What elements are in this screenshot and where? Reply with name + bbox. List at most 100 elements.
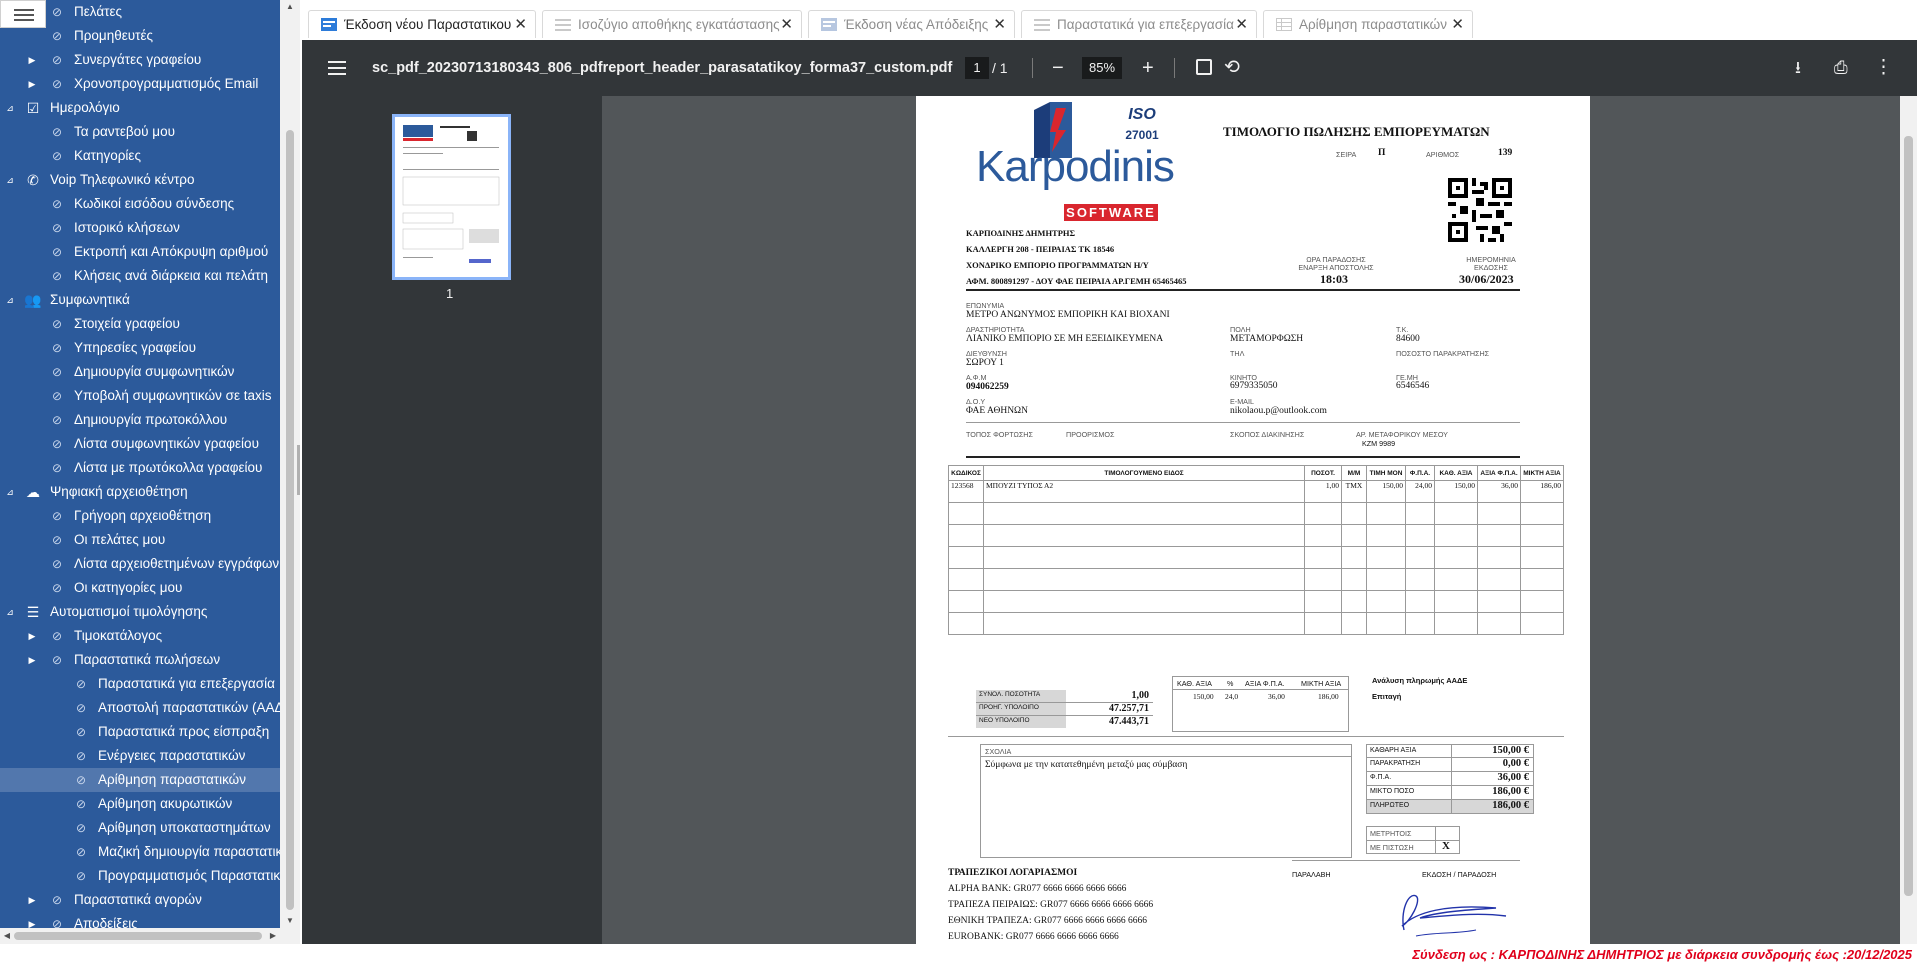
expand-arrow-icon[interactable]: ▶ (26, 888, 38, 912)
close-icon[interactable]: ✕ (993, 11, 1006, 39)
sidebar-splitter-handle[interactable] (297, 445, 300, 495)
sidebar-item[interactable]: ⊘ Αρίθμηση ακυρωτικών (0, 792, 280, 816)
sidebar-vertical-scrollbar[interactable]: ▲ ▼ (282, 0, 298, 928)
scroll-down-icon[interactable]: ▼ (282, 914, 298, 928)
sidebar-item[interactable]: ⊘ Κατηγορίες (0, 144, 280, 168)
expand-arrow-icon[interactable]: ▶ (26, 624, 38, 648)
table-cell (1366, 590, 1406, 613)
expand-arrow-icon[interactable]: ⊿ (4, 480, 16, 504)
tab-invoice-numbering[interactable]: Αρίθμηση παραστατικών ✕ (1263, 10, 1473, 38)
tab-invoices-for-processing[interactable]: Παραστατικά για επεξεργασία ✕ (1021, 10, 1257, 38)
zoom-input[interactable]: 85% (1082, 57, 1122, 79)
link-icon: ⊘ (51, 149, 63, 163)
expand-arrow-icon[interactable]: ⊿ (4, 168, 16, 192)
sidebar-item[interactable]: ▶ ⊘ Συνεργάτες γραφείου (0, 48, 280, 72)
sidebar-item[interactable]: ⊘ Τα ραντεβού μου (0, 120, 280, 144)
col-vat: Φ.Π.Α. (1405, 465, 1435, 481)
print-button[interactable]: ⎙ (1834, 40, 1848, 96)
sidebar-item[interactable]: ⊘ Αρίθμηση υποκαταστημάτων (0, 816, 280, 840)
sidebar-item[interactable]: ⊿ ☑ Ημερολόγιο (0, 96, 280, 120)
table-cell (1366, 502, 1406, 525)
sidebar-horizontal-scrollbar[interactable]: ◀ ▶ (0, 928, 280, 944)
sidebar-item[interactable]: ⊘ Υποβολή συμφωνητικών σε taxis (0, 384, 280, 408)
scroll-thumb[interactable] (14, 932, 262, 940)
download-button[interactable]: ⭳ (1795, 40, 1801, 96)
sidebar-item[interactable]: ⊘ Υπηρεσίες γραφείου (0, 336, 280, 360)
sidebar-item[interactable]: ⊘ Προγραμματισμός Παραστατικών (0, 864, 280, 888)
sidebar-item[interactable]: ⊘ Μαζική δημιουργία παραστατικών (0, 840, 280, 864)
sidebar-item[interactable]: ⊘ Παραστατικά προς είσπραξη (0, 720, 280, 744)
expand-arrow-icon[interactable]: ▶ (26, 912, 38, 928)
sidebar-item[interactable]: ⊘ Γρήγορη αρχειοθέτηση (0, 504, 280, 528)
payment-method-box: ΜΕΤΡΗΤΟΙΣ ΜΕ ΠΙΣΤΩΣΗ X (1366, 826, 1460, 854)
sidebar-item[interactable]: ⊘ Οι πελάτες μου (0, 528, 280, 552)
sidebar-item[interactable]: ⊿ 👥 Συμφωνητικά (0, 288, 280, 312)
scroll-up-icon[interactable]: ▲ (282, 0, 298, 14)
sidebar-item[interactable]: ⊿ ✆ Voip Τηλεφωνικό κέντρο (0, 168, 280, 192)
sidebar-item[interactable]: ⊘ Εκτροπή και Απόκρυψη αριθμού (0, 240, 280, 264)
sidebar-item[interactable]: ⊘ Κωδικοί εισόδου σύνδεσης (0, 192, 280, 216)
sidebar-item[interactable]: ⊘ Ιστορικό κλήσεων (0, 216, 280, 240)
close-icon[interactable]: ✕ (780, 11, 793, 39)
scroll-left-icon[interactable]: ◀ (0, 928, 14, 944)
sidebar-item[interactable]: ⊘ Λίστα συμφωνητικών γραφείου (0, 432, 280, 456)
tab-new-invoice[interactable]: Έκδοση νέου Παραστατικου ✕ (308, 10, 536, 38)
qr-code (1448, 178, 1512, 242)
scroll-thumb[interactable] (286, 130, 294, 910)
receiver-label: ΠΑΡΑΛΑΒΗ (1292, 870, 1331, 879)
menu-toggle-button[interactable] (0, 0, 46, 28)
rotate-button[interactable]: ⟲ (1224, 40, 1240, 96)
sidebar-item-label: Voip Τηλεφωνικό κέντρο (50, 172, 195, 187)
zoom-in-button[interactable]: + (1142, 40, 1154, 96)
scroll-thumb[interactable] (1904, 136, 1913, 896)
sidebar-item[interactable]: ⊘ Δημιουργία πρωτοκόλλου (0, 408, 280, 432)
expand-arrow-icon[interactable]: ⊿ (4, 96, 16, 120)
sidebar-item[interactable]: ▶ ⊘ Χρονοπρογραμματισμός Email (0, 72, 280, 96)
close-icon[interactable]: ✕ (1235, 11, 1248, 39)
sidebar-item[interactable]: ▶ ⊘ Παραστατικά πωλήσεων (0, 648, 280, 672)
page-thumbnail[interactable] (392, 114, 511, 280)
tab-warehouse-balance[interactable]: Ισοζύγιο αποθήκης εγκατάστασης ✕ (542, 10, 802, 38)
scroll-right-icon[interactable]: ▶ (266, 928, 280, 944)
expand-arrow-icon[interactable]: ▶ (26, 48, 38, 72)
totals-value: 150,00 € (1492, 745, 1529, 756)
previous-balance-label: ΠΡΟΗΓ. ΥΠΟΛΟΙΠΟ (979, 704, 1039, 711)
sidebar-item[interactable]: ⊘ Στοιχεία γραφείου (0, 312, 280, 336)
sidebar-item-label: Λίστα με πρωτόκολλα γραφείου (74, 460, 263, 475)
sidebar-item[interactable]: ⊘ Παραστατικά για επεξεργασία (0, 672, 280, 696)
sidebar-item[interactable]: ▶ ⊘ Τιμοκατάλογος (0, 624, 280, 648)
sidebar-item[interactable]: ⊘ Λίστα με πρωτόκολλα γραφείου (0, 456, 280, 480)
sidebar-item[interactable]: ⊘ Αποστολή παραστατικών (ΑΑΔΕ) (0, 696, 280, 720)
thumbnail-preview (402, 125, 500, 263)
viewer-scrollbar[interactable] (1900, 96, 1917, 944)
sidebar-item[interactable]: ⊘ Ενέργειες παραστατικών (0, 744, 280, 768)
sidebar-item[interactable]: ⊘ Κλήσεις ανά διάρκεια και πελάτη (0, 264, 280, 288)
sidebar-item[interactable]: ▶ ⊘ Παραστατικά αγορών (0, 888, 280, 912)
expand-arrow-icon[interactable]: ▶ (26, 648, 38, 672)
sidebar-item[interactable]: ▶ ⊘ Αποδείξεις (0, 912, 280, 928)
page-number-input[interactable]: 1 (965, 57, 989, 79)
close-icon[interactable]: ✕ (1451, 11, 1464, 39)
sidebar-item[interactable]: ⊘ Δημιουργία συμφωνητικών (0, 360, 280, 384)
issuer-name: ΚΑΡΠΟΔΙΝΗΣ ΔΗΜΗΤΡΗΣ (966, 228, 1076, 238)
tab-new-receipt[interactable]: Έκδοση νέας Απόδειξης ✕ (808, 10, 1015, 38)
table-cell (948, 524, 984, 547)
sidebar-toggle-button[interactable] (328, 58, 346, 78)
link-icon: ⊘ (51, 461, 63, 475)
sidebar-item[interactable]: ⊘ Αρίθμηση παραστατικών (0, 768, 280, 792)
sidebar-item[interactable]: ⊿ ☁ Ψηφιακή αρχειοθέτηση (0, 480, 280, 504)
zoom-out-button[interactable]: − (1052, 40, 1064, 96)
sidebar-item[interactable]: ⊿ ☰ Αυτοματισμοί τιμολόγησης (0, 600, 280, 624)
sidebar-item-label: Εκτροπή και Απόκρυψη αριθμού (74, 244, 269, 259)
sidebar-item[interactable]: ⊘ Οι κατηγορίες μου (0, 576, 280, 600)
expand-arrow-icon[interactable]: ⊿ (4, 288, 16, 312)
fit-page-button[interactable] (1196, 59, 1212, 75)
more-options-button[interactable]: ⋮ (1874, 40, 1893, 96)
sidebar-item[interactable]: ⊘ Λίστα αρχειοθετημένων εγγράφων (0, 552, 280, 576)
customer-activity: ΛΙΑΝΙΚΟ ΕΜΠΟΡΙΟ ΣΕ ΜΗ ΕΞΕΙΔΙΚΕΥΜΕΝΑ (966, 334, 1164, 344)
close-icon[interactable]: ✕ (514, 11, 527, 39)
table-cell (1434, 546, 1478, 569)
expand-arrow-icon[interactable]: ⊿ (4, 600, 16, 624)
thumbnail-page-number: 1 (446, 286, 454, 301)
expand-arrow-icon[interactable]: ▶ (26, 72, 38, 96)
